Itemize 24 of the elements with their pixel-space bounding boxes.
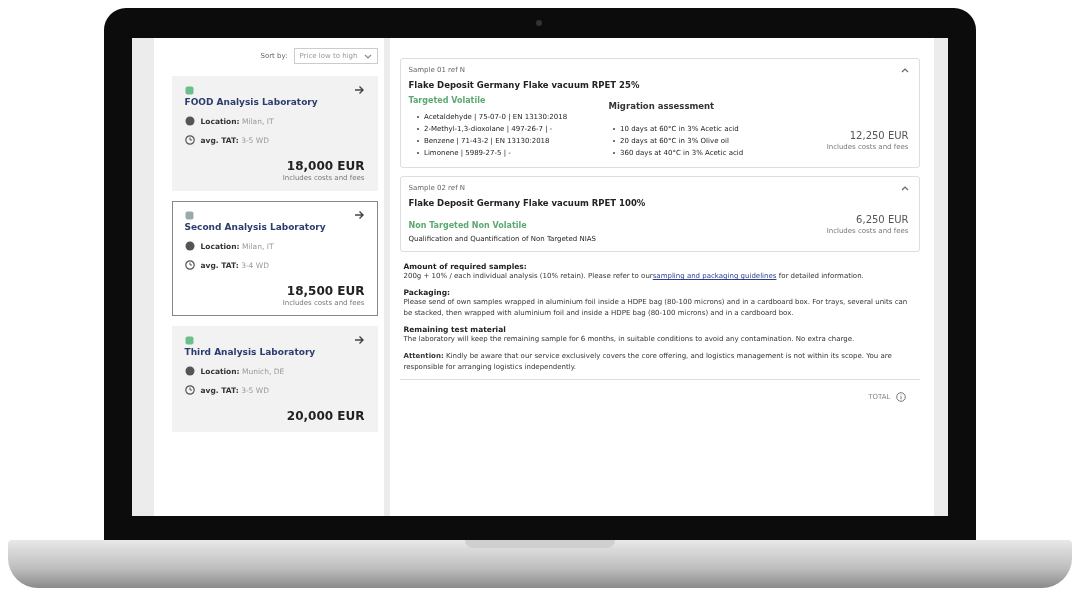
arrow-right-icon	[353, 85, 365, 95]
sample-price: 12,250 EUR	[848, 130, 909, 141]
clock-icon	[184, 135, 195, 145]
lab-price: 18,500 EUR	[285, 284, 365, 298]
method-label: Targeted Volatile	[408, 96, 487, 105]
lab-price: 20,000 EUR	[285, 409, 365, 423]
clock-icon	[184, 260, 195, 270]
sample-title: Flake Deposit Germany Flake vacuum RPET 25%	[408, 80, 641, 90]
sample-title: Flake Deposit Germany Flake vacuum RPET 100%	[408, 198, 647, 208]
migration-title: Migration assessment	[608, 101, 716, 111]
clock-icon	[184, 385, 195, 395]
arrow-right-icon	[353, 335, 365, 345]
lab-name: FOOD Analysis Laboratory	[184, 97, 319, 107]
chevron-up-icon[interactable]	[900, 185, 909, 191]
info-icon[interactable]	[895, 392, 906, 402]
lab-name: Second Analysis Laboratory	[184, 222, 327, 232]
chevron-down-icon	[363, 53, 372, 59]
arrow-right-icon	[353, 210, 365, 220]
method-label: Non Targeted Non Volatile	[408, 221, 528, 230]
chevron-up-icon[interactable]	[900, 67, 909, 73]
camera-icon	[535, 20, 542, 26]
lab-price: 18,000 EUR	[285, 159, 365, 173]
sample-price: 6,250 EUR	[855, 214, 909, 225]
lab-name: Third Analysis Laboratory	[184, 347, 317, 357]
